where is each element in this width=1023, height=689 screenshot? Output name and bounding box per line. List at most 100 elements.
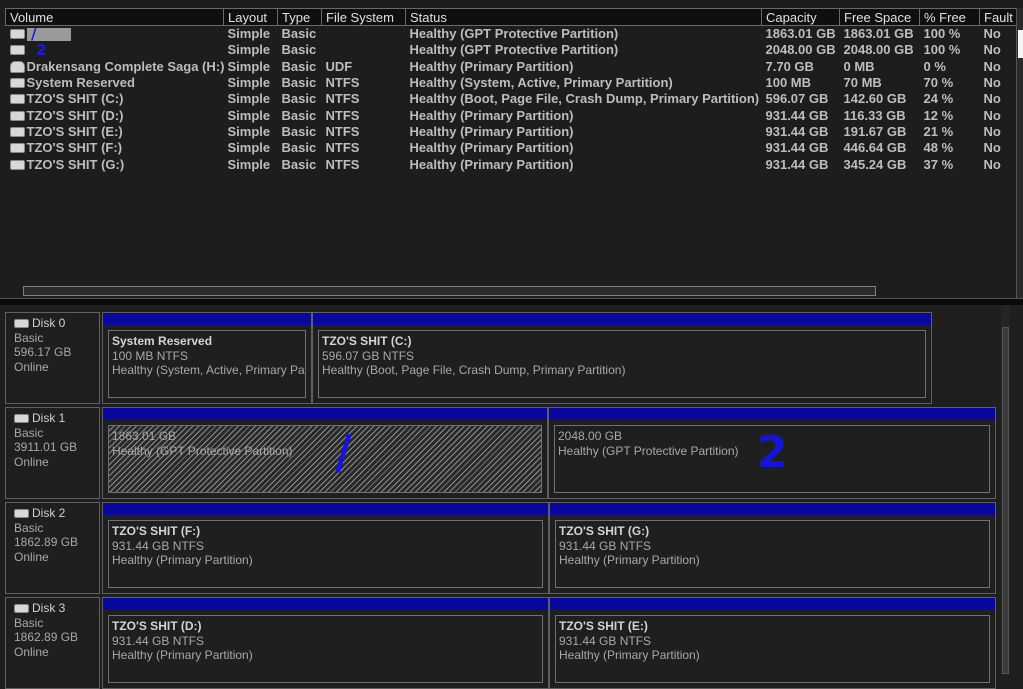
volume-list-pane: Volume Layout Type File System Status Ca… <box>0 0 1023 298</box>
volume-name-cell: Drakensang Complete Saga (H:) <box>9 59 224 75</box>
disk-label[interactable]: Disk 3 Basic 1862.89 GB Online <box>5 597 100 689</box>
table-row[interactable]: Simple Basic Healthy (GPT Protective Parti… <box>6 26 1017 43</box>
scrollbar-thumb[interactable] <box>1002 327 1009 674</box>
cell-file-system: NTFS <box>325 75 360 91</box>
table-row[interactable]: TZO'S SHIT (F:) Simple Basic NTFS Healthy (P… <box>6 140 1017 156</box>
disk-title: Disk 3 <box>14 601 99 616</box>
partition-block[interactable]: TZO'S SHIT (F:) 931.44 GB NTFS Healthy (Pr… <box>102 502 549 594</box>
cell-free-space: 191.67 GB <box>843 123 907 139</box>
cell-fault: No <box>983 123 1001 139</box>
cell-type: Basic <box>281 42 317 58</box>
partition-color-bar <box>103 503 548 515</box>
disk-type: Basic <box>14 425 44 440</box>
column-header-file-system[interactable]: File System <box>321 8 406 26</box>
cell-type: Basic <box>281 107 317 123</box>
cell-free-space: 116.33 GB <box>843 107 906 123</box>
column-header-layout[interactable]: Layout <box>223 8 278 26</box>
disk-label[interactable]: Disk 0 Basic 596.17 GB Online <box>5 312 100 404</box>
disk-size: 3911.01 GB <box>14 440 78 454</box>
cell-volume: System Reserved <box>6 75 224 91</box>
disk-row: Disk 0 Basic 596.17 GB Online System Reserve… <box>5 312 997 404</box>
partition-status: Healthy (GPT Protective Partition) <box>112 443 293 458</box>
cell-capacity: 596.07 GB <box>765 91 829 107</box>
cell-layout: Simple <box>227 140 271 156</box>
partition-details: TZO'S SHIT (E:) 931.44 GB NTFS Healthy (Pr… <box>555 615 990 683</box>
cell-file-system: NTFS <box>325 123 360 139</box>
partition-details: TZO'S SHIT (F:) 931.44 GB NTFS Healthy (Pr… <box>108 520 543 588</box>
partition-name: TZO'S SHIT (G:) <box>559 524 650 538</box>
cell-percent-free: 12 % <box>923 107 954 123</box>
column-header-percent-free[interactable]: % Free <box>919 8 980 26</box>
scrollbar-thumb[interactable] <box>1018 30 1023 58</box>
cell-status: Healthy (Boot, Page File, Crash Dump, Pr… <box>409 91 760 107</box>
cell-capacity: 7.70 GB <box>765 58 814 74</box>
disk-name: Disk 2 <box>32 506 66 520</box>
cell-volume: TZO'S SHIT (C:) <box>6 91 224 107</box>
volume-name-cell: TZO'S SHIT (F:) <box>9 140 224 156</box>
volume-table: Volume Layout Type File System Status Ca… <box>5 8 1017 173</box>
cell-free-space: 2048.00 GB <box>843 42 914 58</box>
cell-status: Healthy (System, Active, Primary Partiti… <box>409 75 673 91</box>
table-row[interactable]: TZO'S SHIT (E:) Simple Basic NTFS Healthy (P… <box>6 124 1017 140</box>
column-header-fault[interactable]: Fault <box>979 8 1017 26</box>
table-row[interactable]: TZO'S SHIT (G:) Simple Basic NTFS Healthy (P… <box>6 156 1017 172</box>
cell-capacity: 931.44 GB <box>765 107 829 123</box>
volume-name-cell: System Reserved <box>9 75 224 91</box>
volume-list-vertical-scrollbar[interactable] <box>1016 8 1023 298</box>
column-header-type[interactable]: Type <box>277 8 322 26</box>
cell-volume <box>6 26 224 43</box>
volume-name-cell <box>9 27 224 41</box>
cell-capacity: 931.44 GB <box>765 156 829 172</box>
partition-block[interactable]: 1863.01 GB Healthy (GPT Protective Partit… <box>102 407 548 499</box>
cell-type: Basic <box>281 140 317 156</box>
cell-free-space: 0 MB <box>843 58 875 74</box>
volume-name: TZO'S SHIT (F:) <box>26 140 123 156</box>
disk-map-vertical-scrollbar[interactable] <box>1001 305 1010 674</box>
horizontal-scrollbar[interactable] <box>23 286 876 296</box>
disk-status: Online <box>14 454 49 469</box>
disk-label[interactable]: Disk 2 Basic 1862.89 GB Online <box>5 502 100 594</box>
disk-name: Disk 1 <box>32 411 66 425</box>
partition-block[interactable]: System Reserved 100 MB NTFS Healthy (Syste… <box>102 312 312 404</box>
table-row[interactable]: Drakensang Complete Saga (H:) Simple Basic… <box>6 59 1017 75</box>
volume-name: TZO'S SHIT (D:) <box>26 107 124 123</box>
cell-fault: No <box>983 156 1001 172</box>
column-header-capacity[interactable]: Capacity <box>761 8 840 26</box>
disk-icon <box>9 94 25 105</box>
column-header-status[interactable]: Status <box>405 8 762 26</box>
partition-name: TZO'S SHIT (D:) <box>112 619 202 633</box>
partition-status: Healthy (Primary Partition) <box>559 648 700 662</box>
partition-details: System Reserved 100 MB NTFS Healthy (Syste… <box>108 330 306 398</box>
column-header-free-space[interactable]: Free Space <box>839 8 920 26</box>
cell-fault: No <box>983 75 1001 91</box>
disk-status: Online <box>14 549 49 564</box>
cell-volume: Drakensang Complete Saga (H:) <box>6 59 224 75</box>
cell-layout: Simple <box>227 42 271 58</box>
volume-name: TZO'S SHIT (E:) <box>26 123 123 139</box>
handwritten-mark-disk1-1: / <box>335 425 352 479</box>
cell-layout: Simple <box>227 123 271 139</box>
partition-block[interactable]: TZO'S SHIT (D:) 931.44 GB NTFS Healthy (Pr… <box>102 597 549 689</box>
table-row[interactable]: System Reserved Simple Basic NTFS Healthy (S… <box>6 75 1017 91</box>
cell-status: Healthy (Primary Partition) <box>409 156 574 172</box>
column-header-volume[interactable]: Volume <box>5 8 224 26</box>
disk-icon <box>14 413 29 423</box>
cell-fault: No <box>983 26 1001 42</box>
partition-block[interactable]: TZO'S SHIT (C:) 596.07 GB NTFS Healthy (Bo… <box>312 312 932 404</box>
partition-block[interactable]: TZO'S SHIT (G:) 931.44 GB NTFS Healthy (Pr… <box>549 502 996 594</box>
table-row[interactable]: TZO'S SHIT (C:) Simple Basic NTFS Healthy (B… <box>6 91 1017 107</box>
partition-block[interactable]: TZO'S SHIT (E:) 931.44 GB NTFS Healthy (Pr… <box>549 597 996 689</box>
cell-type: Basic <box>281 91 317 107</box>
disk-icon <box>9 78 25 89</box>
disk-title: Disk 1 <box>14 411 99 426</box>
volume-name-cell: TZO'S SHIT (D:) <box>9 107 224 124</box>
cell-capacity: 100 MB <box>765 75 812 91</box>
cell-free-space: 70 MB <box>843 75 882 91</box>
disk-label[interactable]: Disk 1 Basic 3911.01 GB Online <box>5 407 100 499</box>
table-row[interactable]: TZO'S SHIT (D:) Simple Basic NTFS Healthy (P… <box>6 107 1017 123</box>
cell-fault: No <box>983 140 1001 156</box>
cell-fault: No <box>983 42 1001 58</box>
disk-size: 1862.89 GB <box>14 630 79 644</box>
table-row[interactable]: Simple Basic Healthy (GPT Protective Parti… <box>6 42 1017 58</box>
volume-name: System Reserved <box>26 75 135 91</box>
